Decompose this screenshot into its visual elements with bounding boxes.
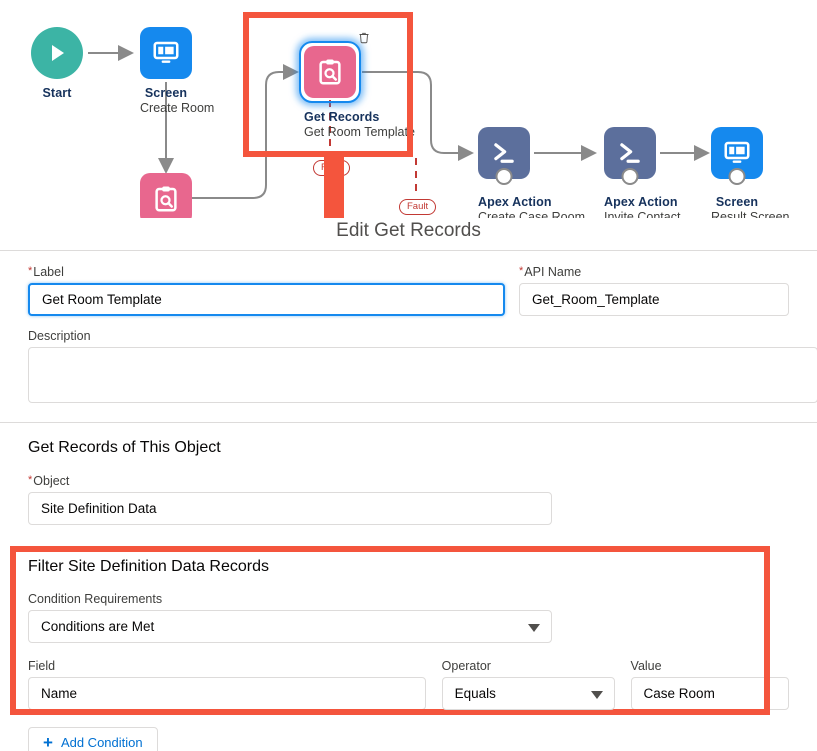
object-field-label: *Object xyxy=(28,474,70,488)
flow-node-start[interactable]: Start xyxy=(31,27,83,100)
label-apiname-row: *Label *API Name xyxy=(28,265,789,316)
trash-icon[interactable] xyxy=(358,31,370,47)
filter-section-wrapper: Filter Site Definition Data Records Cond… xyxy=(0,546,817,722)
condition-row: Field Operator Value xyxy=(28,659,790,710)
api-name-input[interactable] xyxy=(519,283,789,316)
condition-requirements-group: Condition Requirements xyxy=(28,592,552,643)
add-condition-button[interactable]: + Add Condition xyxy=(28,727,158,751)
connector-circle[interactable] xyxy=(621,168,639,185)
flow-node-title: Screen xyxy=(715,195,759,209)
field-label: Field xyxy=(28,659,56,673)
flow-node-apex-invite-contact[interactable]: Apex Action Invite Contact xyxy=(604,127,680,224)
screen-icon xyxy=(140,27,192,79)
value-group: Value xyxy=(630,659,790,710)
flow-node-get-records-selected[interactable]: Get Records Get Room Template xyxy=(299,41,415,139)
get-records-icon xyxy=(304,46,356,98)
value-input[interactable] xyxy=(630,677,790,710)
play-icon xyxy=(31,27,83,79)
filter-section-heading: Filter Site Definition Data Records xyxy=(28,558,269,575)
description-field-group: Description xyxy=(28,329,817,408)
chevron-down-icon xyxy=(590,690,603,699)
flow-builder-canvas: Start Screen Create Room Get Records Get… xyxy=(0,0,817,283)
value-label: Value xyxy=(630,659,662,673)
filter-section: Filter Site Definition Data Records Cond… xyxy=(0,546,817,710)
required-asterisk: * xyxy=(519,265,524,277)
label-field-group: *Label xyxy=(28,265,505,316)
modal-title: Edit Get Records xyxy=(336,220,481,241)
modal-body: *Label *API Name Description xyxy=(0,251,817,408)
operator-group: Operator xyxy=(441,659,615,710)
connector-circle[interactable] xyxy=(495,168,513,185)
add-condition-wrapper: + Add Condition xyxy=(0,722,817,751)
fault-label-2[interactable]: Fault xyxy=(399,199,437,215)
api-name-field-group: *API Name xyxy=(519,265,789,316)
description-field-label: Description xyxy=(28,329,91,343)
object-section-heading: Get Records of This Object xyxy=(28,439,221,456)
object-input[interactable] xyxy=(28,492,552,525)
description-textarea[interactable] xyxy=(28,347,817,403)
operator-label: Operator xyxy=(441,659,491,673)
label-field-label: *Label xyxy=(28,265,64,279)
edit-get-records-modal: Edit Get Records *Label *API Name Descri… xyxy=(0,218,817,751)
flow-node-screen-create-room[interactable]: Screen Create Room xyxy=(140,27,215,115)
plus-icon: + xyxy=(43,733,53,751)
flow-node-apex-create-case-room[interactable]: Apex Action Create Case Room xyxy=(478,127,585,224)
screenshot-root: Start Screen Create Room Get Records Get… xyxy=(0,0,817,751)
required-asterisk: * xyxy=(28,265,33,277)
chevron-down-icon xyxy=(528,623,540,632)
operator-input[interactable] xyxy=(441,677,615,710)
flow-node-title: Start xyxy=(42,86,72,100)
flow-node-title: Apex Action xyxy=(604,195,678,209)
required-asterisk: * xyxy=(28,474,33,486)
add-condition-label: Add Condition xyxy=(60,735,143,750)
field-input[interactable] xyxy=(28,677,426,710)
object-section: Get Records of This Object *Object xyxy=(0,423,817,525)
flow-node-title: Get Records xyxy=(304,110,380,124)
object-field-group: *Object xyxy=(28,474,552,525)
condition-requirements-input[interactable] xyxy=(28,610,552,643)
flow-node-title: Apex Action xyxy=(478,195,552,209)
api-name-field-label: *API Name xyxy=(519,265,582,279)
flow-node-title: Screen xyxy=(144,86,188,100)
flow-node-subtitle: Create Room xyxy=(140,101,215,115)
condition-requirements-label: Condition Requirements xyxy=(28,592,163,606)
label-input[interactable] xyxy=(28,283,505,316)
condition-requirements-combobox[interactable] xyxy=(28,610,552,643)
flow-node-screen-result[interactable]: Screen Result Screen xyxy=(711,127,790,224)
connector-circle[interactable] xyxy=(728,168,746,185)
operator-combobox[interactable] xyxy=(441,677,615,710)
flow-node-subtitle: Get Room Template xyxy=(304,125,415,139)
field-group: Field xyxy=(28,659,426,710)
